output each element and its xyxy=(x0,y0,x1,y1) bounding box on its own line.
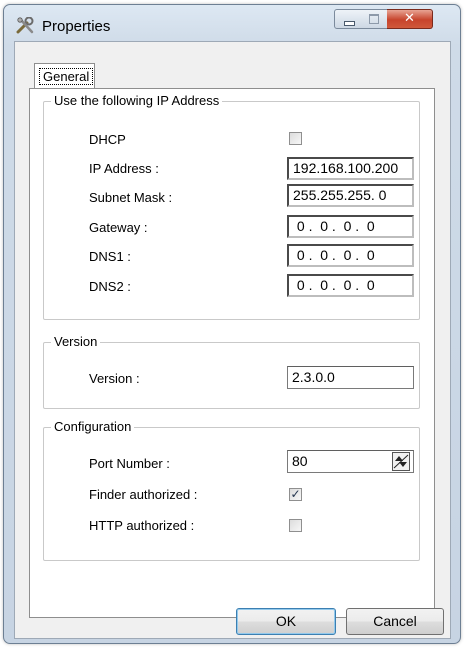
configuration-group-title: Configuration xyxy=(51,419,135,435)
spin-arrows-icon xyxy=(393,454,409,469)
dialog-client-area: General Use the following IP Address DHC… xyxy=(14,41,451,639)
ok-button[interactable]: OK xyxy=(236,608,336,635)
ip-address-label: IP Address : xyxy=(89,161,159,176)
ip-address-group-title: Use the following IP Address xyxy=(51,93,223,109)
maximize-icon xyxy=(369,14,379,24)
minimize-button[interactable] xyxy=(334,9,362,29)
title-bar[interactable]: Properties ✕ xyxy=(4,5,460,41)
close-icon: ✕ xyxy=(404,11,415,26)
port-number-label: Port Number : xyxy=(89,456,170,471)
finder-authorized-label: Finder authorized : xyxy=(89,487,198,502)
dns1-label: DNS1 : xyxy=(89,249,131,264)
maximize-button[interactable] xyxy=(361,9,388,29)
finder-authorized-checkbox[interactable]: ✓ xyxy=(289,487,302,501)
version-field[interactable]: 2.3.0.0 xyxy=(287,366,414,389)
dns2-field[interactable]: 0 . 0 . 0 . 0 xyxy=(287,274,414,297)
window-title: Properties xyxy=(42,18,111,35)
version-group-title: Version xyxy=(51,334,101,350)
minimize-icon xyxy=(344,21,355,26)
subnet-mask-field[interactable]: 255.255.255. 0 xyxy=(287,184,414,207)
http-authorized-label: HTTP authorized : xyxy=(89,518,195,533)
port-spinner[interactable] xyxy=(392,452,410,471)
general-tab-panel: Use the following IP Address DHCP IP Add… xyxy=(29,88,435,618)
close-button[interactable]: ✕ xyxy=(387,9,433,29)
dhcp-label: DHCP xyxy=(89,132,126,147)
cancel-button[interactable]: Cancel xyxy=(346,608,444,635)
subnet-mask-label: Subnet Mask : xyxy=(89,190,173,205)
dhcp-checkbox[interactable] xyxy=(289,132,302,145)
dns2-label: DNS2 : xyxy=(89,279,131,294)
check-icon: ✓ xyxy=(290,487,301,501)
ip-address-field[interactable]: 192.168.100.200 xyxy=(287,157,414,180)
tools-icon xyxy=(16,17,34,34)
tab-general-label: General xyxy=(39,68,94,85)
configuration-group: Configuration Port Number : 80 Finder au… xyxy=(43,419,420,561)
dns1-field[interactable]: 0 . 0 . 0 . 0 xyxy=(287,244,414,267)
tab-general[interactable]: General xyxy=(34,63,95,89)
gateway-field[interactable]: 0 . 0 . 0 . 0 xyxy=(287,215,414,238)
ip-address-group: Use the following IP Address DHCP IP Add… xyxy=(43,93,420,320)
version-label: Version : xyxy=(89,371,140,386)
gateway-label: Gateway : xyxy=(89,220,148,235)
version-group: Version Version : 2.3.0.0 xyxy=(43,334,420,409)
http-authorized-checkbox[interactable] xyxy=(289,519,302,532)
properties-window: Properties ✕ General Use the following I… xyxy=(3,4,461,644)
